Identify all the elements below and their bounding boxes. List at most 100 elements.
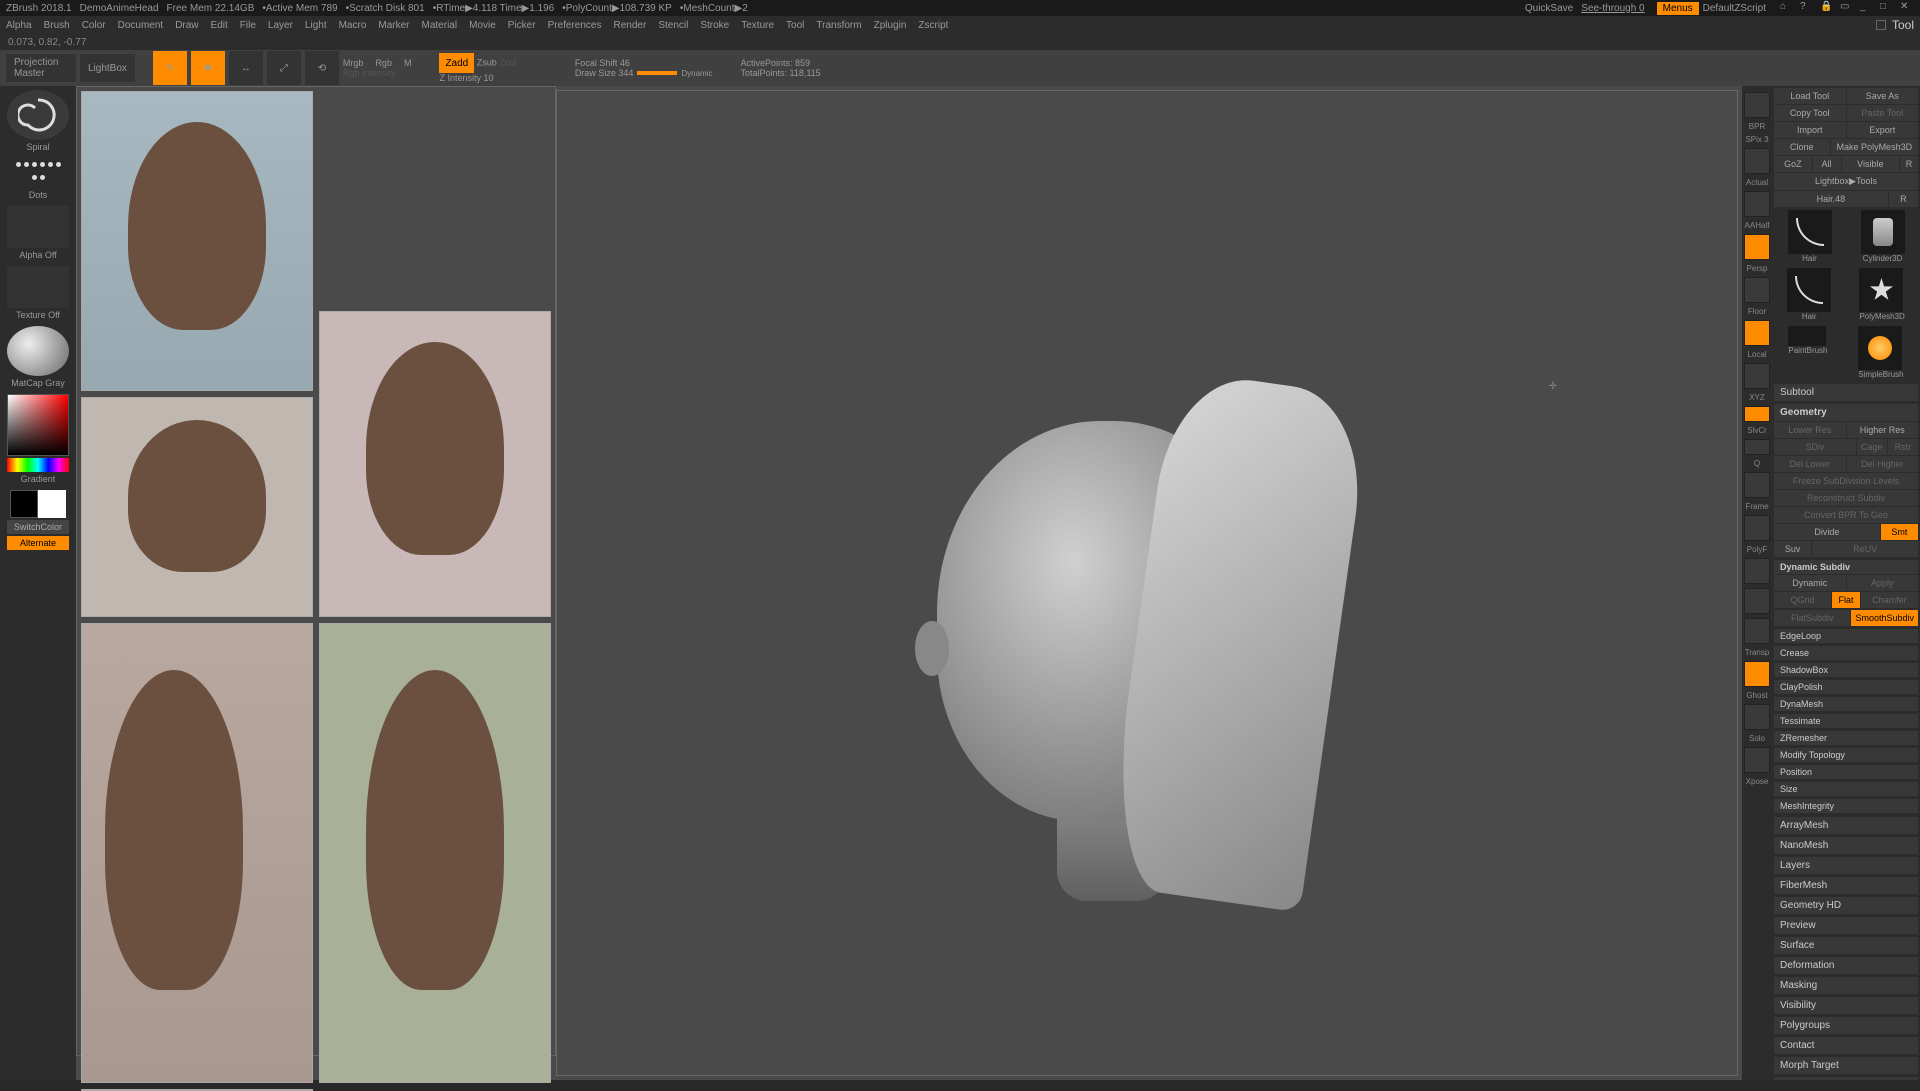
tool-thumb-paintbrush[interactable] [1788, 326, 1826, 346]
load-tool-button[interactable]: Load Tool [1774, 88, 1846, 104]
menu-zplugin[interactable]: Zplugin [874, 20, 907, 31]
lightbox-tools-button[interactable]: Lightbox▶Tools [1774, 173, 1918, 190]
flat-slider[interactable]: Flat [1832, 592, 1860, 608]
del-higher-button[interactable]: Del Higher [1847, 456, 1919, 472]
zadd-button[interactable]: Zadd [439, 53, 474, 73]
slvcr-button[interactable] [1744, 406, 1770, 422]
stroke-thumbnail[interactable] [8, 158, 68, 188]
alpha-thumbnail[interactable] [7, 206, 69, 248]
menu-marker[interactable]: Marker [378, 20, 409, 31]
reference-image[interactable] [319, 311, 551, 617]
edgeloop-section[interactable]: EdgeLoop [1774, 629, 1918, 643]
goz-r-button[interactable]: R [1900, 156, 1918, 172]
mrgb-button[interactable]: Mrgb [343, 58, 364, 68]
seethrough-slider[interactable]: See-through 0 [1581, 3, 1644, 14]
zremesher-section[interactable]: ZRemesher [1774, 731, 1918, 745]
menu-edit[interactable]: Edit [211, 20, 228, 31]
reconstruct-button[interactable]: Reconstruct Subdiv [1774, 490, 1918, 506]
menu-draw[interactable]: Draw [175, 20, 198, 31]
frame-button[interactable] [1744, 472, 1770, 498]
menu-brush[interactable]: Brush [44, 20, 70, 31]
transp-button[interactable] [1744, 618, 1770, 644]
menu-transform[interactable]: Transform [816, 20, 861, 31]
smt-button[interactable]: Smt [1881, 524, 1918, 540]
texture-thumbnail[interactable] [7, 266, 69, 308]
position-section[interactable]: Position [1774, 765, 1918, 779]
secondary-color-swatch[interactable] [10, 490, 38, 518]
menu-macro[interactable]: Macro [339, 20, 367, 31]
rstr-button[interactable]: Rstr [1888, 439, 1918, 455]
menu-material[interactable]: Material [422, 20, 458, 31]
geometry-section[interactable]: Geometry [1774, 404, 1918, 421]
modify-topology-section[interactable]: Modify Topology [1774, 748, 1918, 762]
export-button[interactable]: Export [1847, 122, 1919, 138]
flatsubdiv-slider[interactable]: FlatSubdiv [1774, 610, 1850, 626]
copy-tool-button[interactable]: Copy Tool [1774, 105, 1846, 121]
ghost-button[interactable] [1744, 661, 1770, 687]
close-icon[interactable]: ✕ [1900, 1, 1914, 15]
local-button[interactable] [1744, 320, 1770, 346]
menus-button[interactable]: Menus [1657, 2, 1699, 15]
color-picker[interactable] [7, 394, 69, 456]
visibility-section[interactable]: Visibility [1774, 997, 1918, 1014]
del-lower-button[interactable]: Del Lower [1774, 456, 1846, 472]
center-button[interactable] [1744, 439, 1770, 455]
import-button[interactable]: Import [1774, 122, 1846, 138]
bpr-button[interactable] [1744, 92, 1770, 118]
freeze-subdiv-button[interactable]: Freeze SubDivision Levels [1774, 473, 1918, 489]
sdiv-slider[interactable]: SDiv [1774, 439, 1856, 455]
menu-stencil[interactable]: Stencil [658, 20, 688, 31]
menu-color[interactable]: Color [82, 20, 106, 31]
qgrid-slider[interactable]: QGrid [1774, 592, 1831, 608]
make-polymesh-button[interactable]: Make PolyMesh3D [1831, 139, 1918, 155]
default-script[interactable]: DefaultZScript [1703, 3, 1766, 14]
fibermesh-section[interactable]: FiberMesh [1774, 877, 1918, 894]
masking-section[interactable]: Masking [1774, 977, 1918, 994]
xpose-button[interactable] [1744, 747, 1770, 773]
surface-section[interactable]: Surface [1774, 937, 1918, 954]
primary-color-swatch[interactable] [38, 490, 66, 518]
help-icon[interactable]: ? [1800, 1, 1814, 15]
meshintegrity-section[interactable]: MeshIntegrity [1774, 799, 1918, 813]
menu-preferences[interactable]: Preferences [548, 20, 602, 31]
current-tool-label[interactable]: Hair.48 [1774, 191, 1888, 207]
menu-tool[interactable]: Tool [786, 20, 804, 31]
reference-image[interactable] [319, 623, 551, 1083]
scale-mode-button[interactable]: ⤢ [267, 51, 301, 85]
hue-strip[interactable] [7, 458, 69, 472]
smoothsubdiv-slider[interactable]: SmoothSubdiv [1851, 610, 1918, 626]
preview-section[interactable]: Preview [1774, 917, 1918, 934]
tool-r-button[interactable]: R [1889, 191, 1918, 207]
projection-master-button[interactable]: Projection Master [6, 54, 76, 82]
nanomesh-section[interactable]: NanoMesh [1774, 837, 1918, 854]
tool-thumb-simplebrush[interactable] [1858, 326, 1902, 370]
tool-thumb-hair[interactable] [1788, 210, 1832, 254]
arraymesh-section[interactable]: ArrayMesh [1774, 817, 1918, 834]
dynamesh-section[interactable]: DynaMesh [1774, 697, 1918, 711]
reuv-button[interactable]: ReUV [1812, 541, 1918, 557]
hide-icon[interactable]: ▭ [1840, 1, 1854, 15]
floor-button[interactable] [1744, 277, 1770, 303]
morphtarget-section[interactable]: Morph Target [1774, 1057, 1918, 1074]
material-thumbnail[interactable] [7, 326, 69, 376]
apply-button[interactable]: Apply [1847, 575, 1919, 591]
higher-res-button[interactable]: Higher Res [1847, 422, 1919, 438]
lasso-button[interactable] [1744, 588, 1770, 614]
subtool-section[interactable]: Subtool [1774, 384, 1918, 401]
menu-render[interactable]: Render [614, 20, 647, 31]
spix-label[interactable]: SPix 3 [1745, 135, 1768, 144]
viewport-3d[interactable]: ✛ [556, 90, 1738, 1076]
menu-light[interactable]: Light [305, 20, 327, 31]
menu-zscript[interactable]: Zscript [918, 20, 948, 31]
tessimate-section[interactable]: Tessimate [1774, 714, 1918, 728]
rotate-mode-button[interactable]: ⟲ [305, 51, 339, 85]
rgb-button[interactable]: Rgb [375, 58, 392, 68]
cage-button[interactable]: Cage [1857, 439, 1887, 455]
focal-shift-slider[interactable]: Focal Shift 46 [575, 58, 713, 68]
dynamic-toggle[interactable]: Dynamic [681, 69, 712, 78]
z-intensity-slider[interactable]: Z Intensity 10 [439, 73, 516, 83]
suv-button[interactable]: Suv [1774, 541, 1811, 557]
switch-color-button[interactable]: SwitchColor [7, 520, 69, 534]
reference-image[interactable] [81, 623, 313, 1083]
goz-visible-button[interactable]: Visible [1842, 156, 1900, 172]
